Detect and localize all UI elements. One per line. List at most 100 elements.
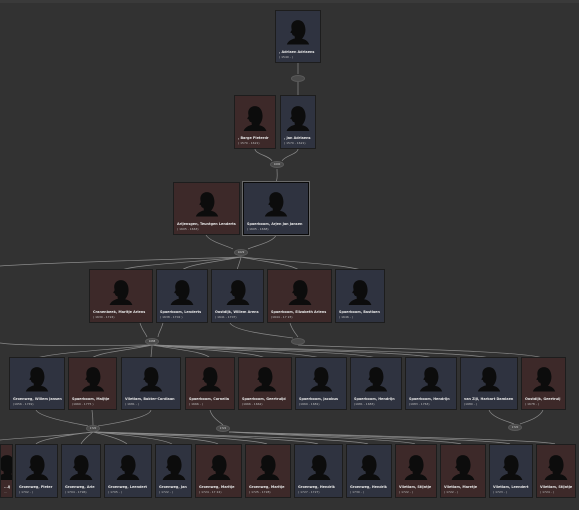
person-name: Groenweg, Arie xyxy=(65,485,95,489)
person-silhouette-icon xyxy=(477,367,501,392)
person-card[interactable]: Groenweg, Leendert( 1705 - ) xyxy=(104,444,152,498)
person-dates: ( 1638 - 1702 ) xyxy=(160,315,183,319)
person-card[interactable]: Vlietlam, Leendert( 1723 - ) xyxy=(489,444,533,498)
person-silhouette-icon xyxy=(307,454,330,480)
union-node[interactable]: 1720 xyxy=(508,424,522,431)
person-card[interactable]: Spaerboom, Hendrijn (1683 - 1763) xyxy=(405,357,457,410)
person-dates: ( 1705 - ) xyxy=(108,490,122,494)
person-silhouette-icon xyxy=(207,454,230,480)
person-name: Spaerboom, Cornelia xyxy=(189,397,230,401)
union-node[interactable] xyxy=(291,338,305,345)
person-card[interactable]: Oostdijk, Willem Arens( 1641 - 1707) xyxy=(211,269,264,323)
person-card[interactable]: Vlietlam, Stijntje( 1724 - ) xyxy=(536,444,576,498)
person-card[interactable]: Spaerboom, Maijtje (1669 - 1775 ) xyxy=(68,357,117,410)
person-silhouette-icon xyxy=(357,454,381,480)
person-silhouette-icon xyxy=(544,454,568,480)
person-name: Spaerboom, Bastiaen xyxy=(339,310,380,314)
person-silhouette-icon xyxy=(162,454,185,480)
person-card[interactable]: Spaerboom, Hendrijn (1681 - 1683) xyxy=(350,357,402,410)
person-silhouette-icon xyxy=(288,279,311,305)
union-node[interactable]: 1720 xyxy=(86,425,100,432)
person-silhouette-icon xyxy=(499,454,523,480)
person-silhouette-icon xyxy=(1,454,12,480)
union-node[interactable]: 1600 xyxy=(270,161,284,168)
person-dates: (1681 - 1683) xyxy=(354,402,375,406)
person-dates: ( 1704 - 1796) xyxy=(65,490,87,494)
person-silhouette-icon xyxy=(116,454,140,480)
person-dates: (1656 - 1749) xyxy=(13,402,34,406)
person-card[interactable]: Spaerboom, Cornelia( 1666 - ) xyxy=(185,357,235,410)
person-card[interactable]: Vlietlam, Stijntje( 1722 - ) xyxy=(395,444,437,498)
person-name: Groenweg, Jan xyxy=(159,485,187,489)
person-name: Groenweg, Maritje xyxy=(249,485,285,489)
union-node[interactable]: 1688 xyxy=(145,338,159,345)
union-node[interactable]: 1629 xyxy=(234,249,248,256)
person-name: Vlietlam, Bakter-Cordiaan xyxy=(125,397,175,401)
person-silhouette-icon xyxy=(195,192,218,217)
person-dates: ( 1646 - ) xyxy=(339,315,353,319)
person-silhouette-icon xyxy=(226,279,249,305)
person-silhouette-icon xyxy=(364,367,388,392)
person-name: Cranenbeek, Maritje Ariens xyxy=(93,310,146,314)
person-name: Spaerboom, Hendrijn xyxy=(354,397,395,401)
person-name: Spaerboom, Maijtje xyxy=(72,397,110,401)
person-name: Spaerboom, Hendrijn xyxy=(409,397,450,401)
person-dates: ... xyxy=(4,490,7,494)
family-tree-canvas[interactable]: , Adriaen Adriaens( 1540 - ) , Barge Piet… xyxy=(0,0,579,510)
person-silhouette-icon xyxy=(81,367,104,392)
person-card[interactable]: ...ijtje... xyxy=(0,444,13,498)
union-node[interactable]: 1722 xyxy=(216,425,230,432)
person-dates: ( 1730 - ) xyxy=(350,490,364,494)
person-silhouette-icon xyxy=(348,279,372,305)
person-dates: ( 1725 - 1728) xyxy=(249,490,271,494)
person-dates: (1669 - 1681) xyxy=(299,402,320,406)
person-dates: ( 1723 - ) xyxy=(493,490,507,494)
person-dates: ( 1681 - ) xyxy=(125,402,139,406)
person-card[interactable]: Spaerboom, Bastiaen( 1646 - ) xyxy=(335,269,385,323)
person-card[interactable]: Cranenbeek, Maritje Ariens( 1630 - 1724) xyxy=(89,269,153,323)
person-card[interactable]: Groenweg, Maritje( 1725 - 1728) xyxy=(245,444,291,498)
person-name: Groenweg, Willem Jansen xyxy=(13,397,62,401)
union-node[interactable] xyxy=(291,75,305,82)
person-dates: ( 1722 - ) xyxy=(444,490,458,494)
person-card[interactable]: Groenweg, Hendrik( 1730 - ) xyxy=(346,444,392,498)
person-card[interactable]: Vlietlam, Bakter-Cordiaan( 1681 - ) xyxy=(121,357,181,410)
person-dates: ( 1641 - 1707) xyxy=(215,315,237,319)
person-card[interactable]: Groenweg, Maritje( 1724 - 17 24) xyxy=(195,444,242,498)
person-name: Spaerboom, Elizabeth Ariens xyxy=(271,310,327,314)
person-dates: ( 1570 - 1621) xyxy=(238,141,260,145)
person-card[interactable]: Spaerboom, Jacobus (1669 - 1681) xyxy=(295,357,347,410)
person-card[interactable]: van Zijl, Harbart Damiaen (1680 - ) xyxy=(460,357,518,410)
person-card[interactable]: , Adriaen Adriaens( 1540 - ) xyxy=(275,10,321,63)
person-dates: (1683 - 1763) xyxy=(409,402,430,406)
person-dates: (1644 - 17 23) xyxy=(271,315,293,319)
person-dates: ( 1605 - 1668) xyxy=(247,227,269,231)
person-name: , Adriaen Adriaens xyxy=(279,50,315,54)
person-card[interactable]: Groenweg, Arie( 1704 - 1796) xyxy=(61,444,101,498)
person-card[interactable]: Spaerboom, Lenderts( 1638 - 1702 ) xyxy=(156,269,208,323)
person-silhouette-icon xyxy=(419,367,443,392)
person-card[interactable]: Vlietlam, Maretje( 1722 - ) xyxy=(440,444,486,498)
person-card[interactable]: , Barge Pieterdr( 1570 - 1621) xyxy=(234,95,276,149)
person-name: , Jan Adriaens xyxy=(284,136,311,140)
person-card[interactable]: Spaerboom, Geertruijd (1666 - 1662) xyxy=(238,357,292,410)
person-card[interactable]: Oostdijk, Geertruij( 1678 - ) xyxy=(521,357,566,410)
person-name: Vlietlam, Maretje xyxy=(444,485,478,489)
person-card[interactable]: Groenweg, Jan( 1722 - ) xyxy=(155,444,192,498)
person-name: Groenweg, Leendert xyxy=(108,485,148,489)
person-silhouette-icon xyxy=(253,367,277,392)
person-silhouette-icon xyxy=(309,367,333,392)
person-dates: (1669 - 1775 ) xyxy=(72,402,94,406)
person-card[interactable]: Spaerboom, Elizabeth Ariens (1644 - 17 23… xyxy=(267,269,332,323)
person-card[interactable]: Groenweg, Willem Jansen (1656 - 1749) xyxy=(9,357,65,410)
person-silhouette-icon xyxy=(264,192,288,217)
person-card[interactable]: Groenweg, Hendrik( 1727 - 1727) xyxy=(294,444,343,498)
person-name: Spaerboom, Lenderts xyxy=(160,310,202,314)
person-dates: (1680 - ) xyxy=(464,402,477,406)
person-card[interactable]: Spaerboom, Arjen Jan Jansen( 1605 - 1668… xyxy=(242,181,310,236)
person-card[interactable]: Groenweg, Pieter( 1702 - ) xyxy=(15,444,58,498)
person-name: Arijensgen, Teuntgen Lenderts xyxy=(177,222,236,226)
person-card[interactable]: , Jan Adriaens( 1570 - 1621) xyxy=(280,95,316,149)
person-silhouette-icon xyxy=(25,454,48,480)
person-card[interactable]: Arijensgen, Teuntgen Lenderts( 1605 - 16… xyxy=(173,182,240,235)
